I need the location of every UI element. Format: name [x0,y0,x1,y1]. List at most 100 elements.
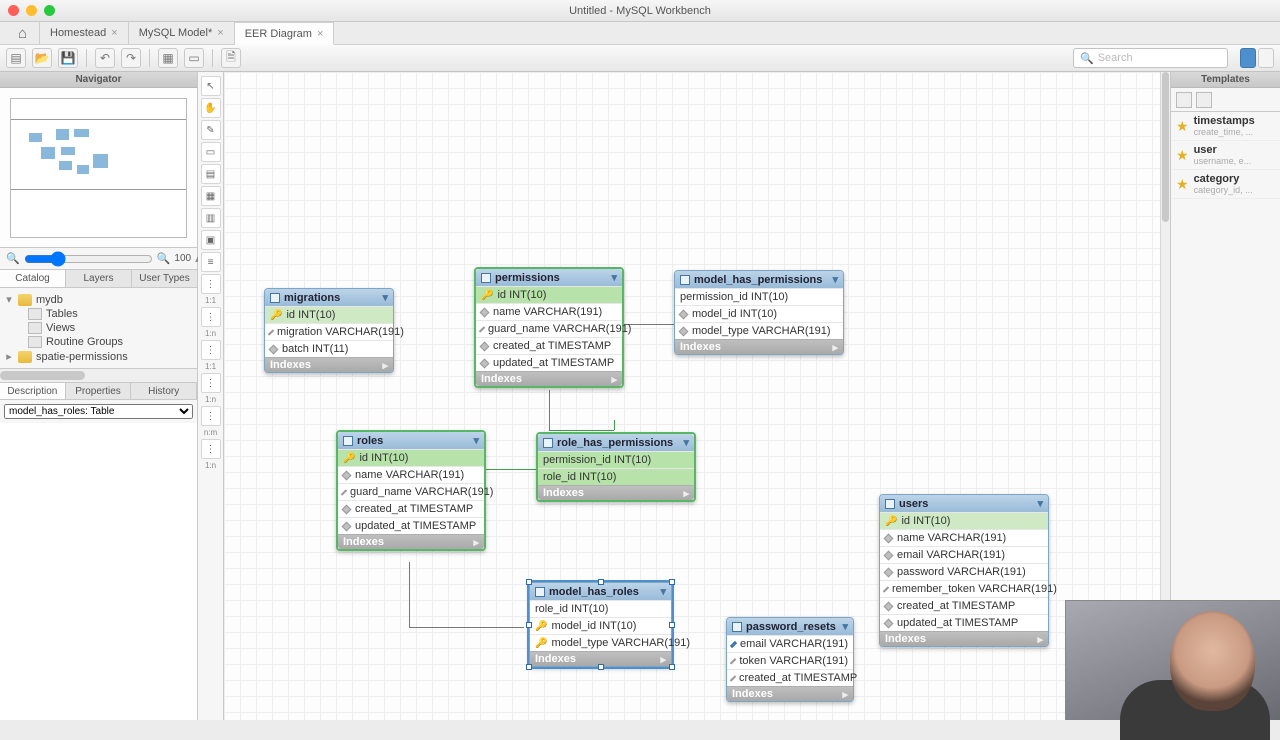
entity-title: users [899,498,928,510]
resize-handle[interactable] [669,622,675,628]
grid-button[interactable]: ▦ [158,48,178,68]
desctab-history[interactable]: History [131,383,197,399]
key-icon: 🔑 [535,638,547,649]
chevron-down-icon[interactable]: ▾ [4,293,14,306]
toggle-right-pane-button[interactable] [1258,48,1274,68]
chevron-right-icon[interactable]: ▸ [382,359,388,372]
tree-views[interactable]: Views [2,321,195,335]
align-button[interactable]: ▭ [184,48,204,68]
note-tool[interactable]: ▤ [201,164,221,184]
rel-1-n-nonid-tool[interactable]: ⋮ [201,307,221,327]
template-remove-icon[interactable] [1196,92,1212,108]
column-label: updated_at TIMESTAMP [493,357,614,369]
diamond-icon [730,675,736,681]
tree-tables[interactable]: Tables [2,307,195,321]
layer-tool[interactable]: ▭ [201,142,221,162]
table-icon [732,622,742,632]
search-box[interactable]: 🔍 Search [1073,48,1228,68]
undo-button[interactable]: ↶ [95,48,115,68]
table-tool[interactable]: ▥ [201,208,221,228]
redo-button[interactable]: ↷ [121,48,141,68]
chevron-right-icon[interactable]: ▸ [1037,633,1043,646]
template-category[interactable]: ★ category category_id, ... [1171,170,1280,199]
export-button[interactable]: 🗎 [221,48,241,68]
view-tool[interactable]: ▣ [201,230,221,250]
open-file-button[interactable]: 📂 [32,48,52,68]
pointer-tool[interactable]: ↖ [201,76,221,96]
chevron-down-icon[interactable]: ▾ [683,436,689,449]
tree-db-mydb[interactable]: ▾ mydb [2,292,195,307]
entity-model-has-roles[interactable]: model_has_roles▾ role_id INT(10) 🔑model_… [529,582,672,667]
image-tool[interactable]: ▦ [201,186,221,206]
chevron-right-icon[interactable]: ▸ [842,688,848,701]
entity-permissions[interactable]: permissions▾ 🔑id INT(10) name VARCHAR(19… [474,267,624,388]
resize-handle[interactable] [598,579,604,585]
template-user[interactable]: ★ user username, e... [1171,141,1280,170]
resize-handle[interactable] [526,664,532,670]
entity-users[interactable]: users▾ 🔑id INT(10) name VARCHAR(191) ema… [879,494,1049,647]
zoom-out-icon[interactable]: 🔍 [6,252,20,265]
eraser-tool[interactable]: ✎ [201,120,221,140]
resize-handle[interactable] [598,664,604,670]
desctab-description[interactable]: Description [0,383,66,399]
chevron-right-icon[interactable]: ▸ [832,341,838,354]
close-icon[interactable]: × [217,27,223,39]
chevron-down-icon[interactable]: ▾ [611,271,617,284]
chevron-right-icon[interactable]: ▸ [473,536,479,549]
template-sub: category_id, ... [1194,185,1253,195]
rel-n-m-tool[interactable]: ⋮ [201,406,221,426]
resize-handle[interactable] [669,579,675,585]
entity-migrations[interactable]: migrations▾ 🔑id INT(10) migration VARCHA… [264,288,394,373]
entity-role-has-permissions[interactable]: role_has_permissions▾ permission_id INT(… [536,432,696,502]
tab-mysql-model[interactable]: MySQL Model* × [129,22,235,44]
new-file-button[interactable]: ▤ [6,48,26,68]
close-icon[interactable]: × [317,28,323,40]
desctab-properties[interactable]: Properties [66,383,132,399]
zoom-slider[interactable] [24,251,153,267]
save-button[interactable]: 💾 [58,48,78,68]
chevron-right-icon[interactable]: ▸ [660,653,666,666]
chevron-right-icon[interactable]: ▸ [683,487,689,500]
diagram-overview[interactable] [0,88,197,248]
column-label: created_at TIMESTAMP [897,600,1015,612]
close-icon[interactable]: × [111,27,117,39]
tree-routine-groups[interactable]: Routine Groups [2,335,195,349]
tab-eer-diagram[interactable]: EER Diagram × [235,22,335,45]
table-icon [343,436,353,446]
template-timestamps[interactable]: ★ timestamps create_time, ... [1171,112,1280,141]
rel-existing-tool[interactable]: ⋮ [201,439,221,459]
subtab-user-types[interactable]: User Types [132,270,197,287]
description-object-select[interactable]: model_has_roles: Table [4,404,193,419]
zoom-in-icon[interactable]: 🔍 [157,252,171,265]
column-label: created_at TIMESTAMP [739,672,857,684]
home-tab[interactable]: ⌂ [6,22,40,44]
entity-roles[interactable]: roles▾ 🔑id INT(10) name VARCHAR(191) gua… [336,430,486,551]
tree-db-spatie[interactable]: ▸ spatie-permissions [2,349,195,364]
chevron-right-icon[interactable]: ▸ [4,350,14,363]
rel-1-1-id-tool[interactable]: ⋮ [201,340,221,360]
diagram-canvas[interactable]: migrations▾ 🔑id INT(10) migration VARCHA… [224,72,1170,720]
chevron-down-icon[interactable]: ▾ [832,273,838,286]
rel-1-1-nonid-tool[interactable]: ⋮ [201,274,221,294]
entity-model-has-permissions[interactable]: model_has_permissions▾ permission_id INT… [674,270,844,355]
chevron-down-icon[interactable]: ▾ [842,620,848,633]
template-add-icon[interactable] [1176,92,1192,108]
tree-hscrollbar[interactable] [0,368,197,382]
hand-tool[interactable]: ✋ [201,98,221,118]
subtab-layers[interactable]: Layers [66,270,132,287]
resize-handle[interactable] [526,622,532,628]
chevron-down-icon[interactable]: ▾ [1037,497,1043,510]
toggle-left-pane-button[interactable] [1240,48,1256,68]
rel-1-n-id-tool[interactable]: ⋮ [201,373,221,393]
chevron-down-icon[interactable]: ▾ [382,291,388,304]
routine-tool[interactable]: ≡ [201,252,221,272]
chevron-right-icon[interactable]: ▸ [611,373,617,386]
chevron-down-icon[interactable]: ▾ [473,434,479,447]
resize-handle[interactable] [526,579,532,585]
chevron-down-icon[interactable]: ▾ [660,585,666,598]
tab-homestead[interactable]: Homestead × [40,22,129,44]
resize-handle[interactable] [669,664,675,670]
entity-password-resets[interactable]: password_resets▾ email VARCHAR(191) toke… [726,617,854,702]
subtab-catalog[interactable]: Catalog [0,270,66,287]
diamond-icon [884,601,894,611]
